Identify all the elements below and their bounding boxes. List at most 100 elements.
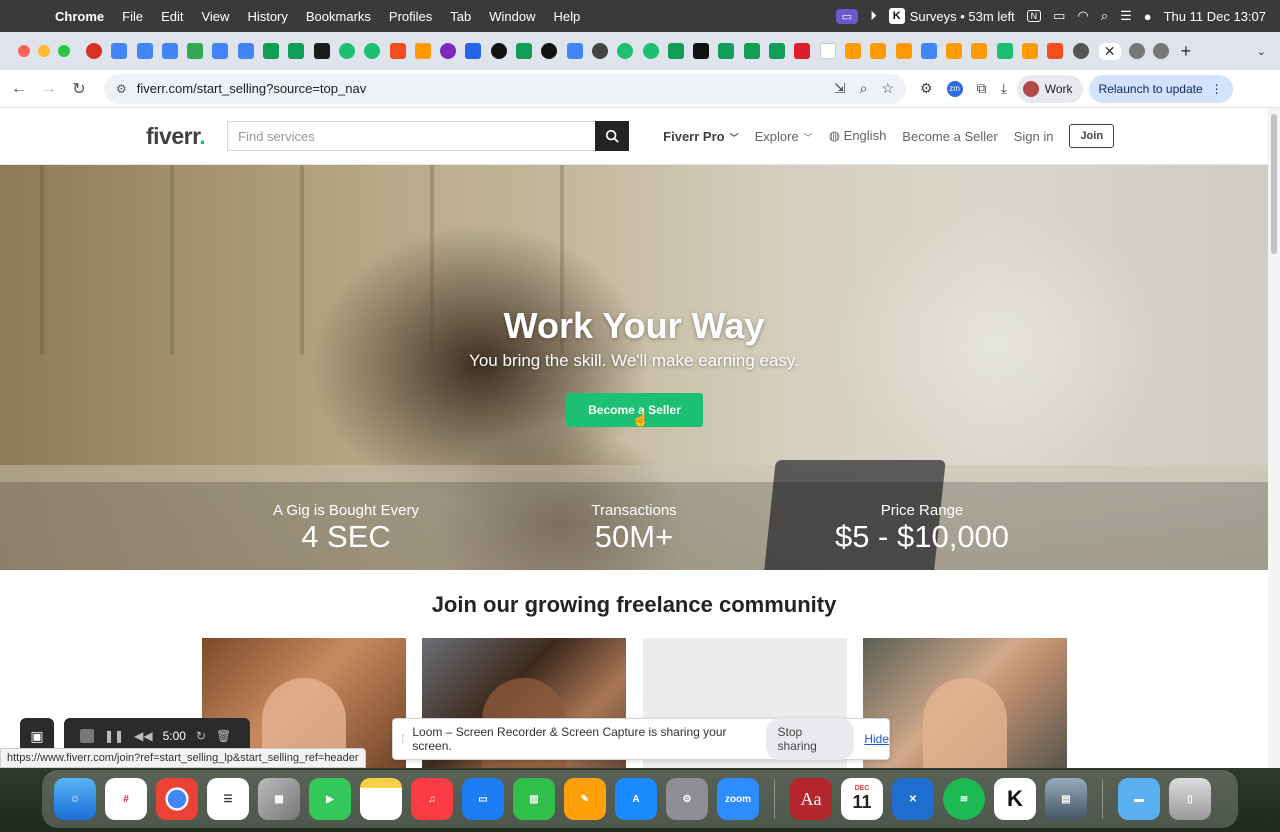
tab-favicon-green-icon[interactable] [996, 43, 1013, 59]
site-info-icon[interactable]: ⚙ [116, 82, 127, 96]
zoom-app-icon[interactable]: zoom [717, 778, 759, 820]
folder-icon[interactable]: ▬ [1118, 778, 1160, 820]
zoom-magnifier-icon[interactable]: ⌕ [860, 80, 868, 97]
tab-favicon-sheets-icon[interactable] [516, 43, 533, 59]
slack-icon[interactable]: # [105, 778, 147, 820]
music-icon[interactable]: ♫ [411, 778, 453, 820]
trash-icon[interactable]: 🗑 [216, 729, 231, 743]
tab-favicon-monday-icon[interactable] [946, 43, 963, 59]
tab-favicon-docs-icon[interactable] [920, 43, 937, 59]
relaunch-update-button[interactable]: Relaunch to update ⋮ [1088, 74, 1233, 103]
tab-favicon-sheets-icon[interactable] [263, 43, 280, 59]
xcode-tools-icon[interactable]: ✕ [892, 778, 934, 820]
tab-favicon-docs-icon[interactable] [136, 43, 153, 59]
tab-favicon-fiverr-icon[interactable] [617, 43, 634, 59]
tab-favicon-monday-icon[interactable] [971, 43, 988, 59]
tab-favicon-monday-icon[interactable] [844, 43, 861, 59]
tab-favicon-upwork-icon[interactable] [490, 43, 507, 59]
rewind-icon[interactable]: ◀◀ [134, 729, 152, 743]
tab-favicon-docs-icon[interactable] [566, 43, 583, 59]
k-app-icon[interactable]: K [994, 778, 1036, 820]
tab-favicon-docs-icon[interactable] [212, 43, 229, 59]
scrollbar-thumb[interactable] [1271, 114, 1277, 254]
reload-icon[interactable]: ↻ [64, 79, 94, 99]
bookmark-star-icon[interactable]: ☆ [881, 80, 894, 97]
join-button[interactable]: Join [1069, 124, 1115, 148]
reminders-icon[interactable]: ☰ [207, 778, 249, 820]
notes-icon[interactable] [360, 778, 402, 820]
fiverr-logo[interactable]: fiverr. [146, 123, 206, 150]
tab-favicon-globe-icon[interactable] [1128, 43, 1145, 59]
tab-favicon-docs-icon[interactable] [237, 43, 254, 59]
tab-favicon-fiverr-icon[interactable] [642, 43, 659, 59]
tab-favicon-record-icon[interactable] [86, 43, 102, 59]
battery-icon[interactable]: ▭ [1053, 8, 1065, 24]
url-text[interactable]: fiverr.com/start_selling?source=top_nav [137, 81, 366, 96]
hide-share-bar-link[interactable]: Hide [864, 732, 889, 746]
tab-favicon-chrome-icon[interactable] [1072, 43, 1089, 59]
tab-favicon-docs-icon[interactable] [161, 43, 178, 59]
forward-arrow-icon[interactable]: → [34, 80, 64, 98]
tab-favicon-sheets-icon[interactable] [718, 43, 735, 59]
nav-become-seller[interactable]: Become a Seller [902, 129, 997, 144]
tab-favicon-arrow-icon[interactable] [465, 43, 482, 59]
tab-favicon-sheets-icon[interactable] [743, 43, 760, 59]
menu-app-name[interactable]: Chrome [46, 9, 113, 24]
search-input[interactable] [228, 122, 596, 150]
menu-view[interactable]: View [192, 9, 238, 24]
wifi-icon[interactable]: ◠ [1077, 8, 1088, 24]
tab-favicon-monday-icon[interactable] [870, 43, 887, 59]
keynote-icon[interactable]: ▭ [462, 778, 504, 820]
menu-profiles[interactable]: Profiles [380, 9, 441, 24]
extensions-puzzle-icon[interactable]: ⧉ [977, 80, 987, 97]
tab-favicon-sheets-icon[interactable] [769, 43, 786, 59]
siri-icon[interactable]: ● [1144, 9, 1152, 24]
address-bar[interactable]: ⚙ fiverr.com/start_selling?source=top_na… [104, 73, 906, 104]
menu-window[interactable]: Window [480, 9, 544, 24]
trash-bin-icon[interactable]: ▯ [1169, 778, 1211, 820]
tab-favicon-openai-icon[interactable] [591, 43, 608, 59]
stop-record-icon[interactable] [80, 729, 94, 743]
close-tab-icon[interactable]: ✕ [1098, 42, 1121, 60]
fullscreen-window-button[interactable] [58, 45, 70, 57]
tab-favicon-monday-icon[interactable] [895, 43, 912, 59]
restart-icon[interactable]: ↻ [196, 729, 206, 743]
search-button[interactable] [595, 121, 630, 151]
menubar-datetime[interactable]: Thu 11 Dec 13:07 [1164, 9, 1266, 24]
extension-gear-icon[interactable]: ⚙ [920, 80, 933, 97]
tab-favicon-red-icon[interactable] [794, 43, 811, 59]
play-circle-icon[interactable]: ⏵ [870, 8, 877, 24]
dictionary-icon[interactable]: Aa [790, 778, 832, 820]
close-window-button[interactable] [18, 45, 30, 57]
freelancer-card[interactable] [863, 638, 1067, 768]
minimize-window-button[interactable] [38, 45, 50, 57]
install-app-icon[interactable]: ⇲ [834, 80, 846, 97]
tab-favicon-google-icon[interactable] [819, 43, 836, 59]
chrome-icon[interactable] [156, 778, 198, 820]
surveys-status[interactable]: K Surveys • 53m left [888, 8, 1015, 24]
tab-favicon-figma-icon[interactable] [1047, 43, 1064, 59]
tab-favicon-monday-icon[interactable] [1021, 43, 1038, 59]
nav-sign-in[interactable]: Sign in [1014, 129, 1054, 144]
nav-explore[interactable]: Explore ﹀ [755, 129, 813, 144]
menu-edit[interactable]: Edit [152, 9, 192, 24]
menu-history[interactable]: History [238, 9, 296, 24]
tab-favicon-monday-icon[interactable] [414, 43, 431, 59]
tab-favicon-h-icon[interactable] [313, 43, 330, 59]
tab-favicon-dark-icon[interactable] [541, 43, 558, 59]
downloads-icon[interactable]: ⤓ [1001, 80, 1007, 97]
tab-favicon-sheets-icon[interactable] [667, 43, 684, 59]
new-tab-icon[interactable]: + [1181, 41, 1192, 62]
nav-fiverr-pro[interactable]: Fiverr Pro ﹀ [663, 129, 738, 144]
finder-icon[interactable]: ☺ [54, 778, 96, 820]
spotlight-search-icon[interactable]: ⌕ [1101, 8, 1108, 24]
tab-favicon-globe-icon[interactable] [1152, 43, 1169, 59]
preview-icon[interactable]: ▤ [1045, 778, 1087, 820]
app-store-icon[interactable]: A [615, 778, 657, 820]
back-arrow-icon[interactable]: ← [4, 80, 34, 98]
zoom-extension-icon[interactable]: zm [946, 80, 963, 97]
pages-icon[interactable]: ✎ [564, 778, 606, 820]
calendar-icon[interactable]: DEC 11 [841, 778, 883, 820]
screen-mirroring-icon[interactable]: ▭ [835, 8, 859, 24]
pause-icon[interactable]: ❚❚ [104, 729, 124, 743]
